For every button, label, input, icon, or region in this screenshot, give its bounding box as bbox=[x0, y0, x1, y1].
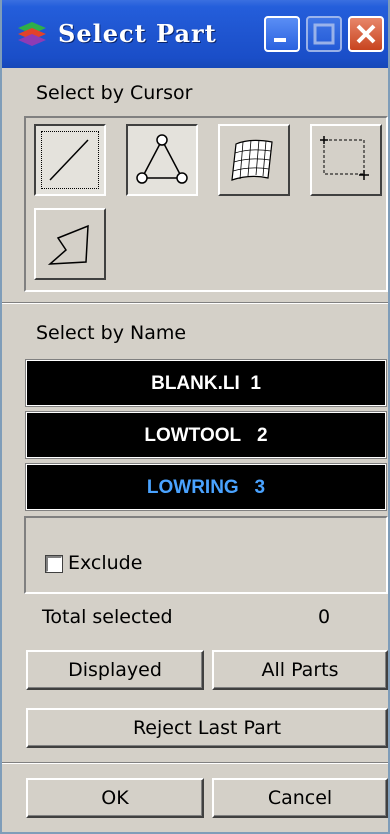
minimize-icon bbox=[274, 38, 286, 42]
exclude-label: Exclude bbox=[68, 552, 143, 574]
cancel-button[interactable]: Cancel bbox=[212, 778, 388, 818]
select-part-window: Select Part Select by Cursor Select by N… bbox=[0, 0, 390, 834]
cursor-tools-group bbox=[24, 116, 388, 292]
separator bbox=[2, 762, 388, 764]
close-button[interactable] bbox=[348, 16, 384, 52]
all-parts-button[interactable]: All Parts bbox=[212, 650, 388, 690]
part-id: 2 bbox=[257, 425, 268, 446]
part-name: LOWTOOL bbox=[144, 425, 242, 446]
polygon-select-tool[interactable] bbox=[34, 208, 106, 280]
surface-select-tool[interactable] bbox=[218, 124, 290, 196]
part-name: LOWRING bbox=[146, 477, 239, 498]
part-id: 3 bbox=[254, 477, 266, 498]
part-name-list[interactable]: BLANK.LI 1 LOWTOOL 2 LOWRING 3 bbox=[25, 359, 387, 516]
app-icon bbox=[18, 22, 46, 46]
part-name: BLANK.LI bbox=[151, 373, 240, 394]
maximize-icon bbox=[313, 23, 335, 45]
box-select-tool[interactable] bbox=[310, 124, 382, 196]
total-selected-label: Total selected bbox=[42, 606, 173, 628]
line-select-tool[interactable] bbox=[34, 124, 106, 196]
reject-last-part-button[interactable]: Reject Last Part bbox=[26, 708, 388, 748]
node-select-tool[interactable] bbox=[126, 124, 198, 196]
select-by-name-label: Select by Name bbox=[36, 322, 187, 344]
displayed-button[interactable]: Displayed bbox=[26, 650, 204, 690]
maximize-button[interactable] bbox=[306, 16, 342, 52]
exclude-checkbox[interactable] bbox=[45, 555, 63, 573]
box-select-icon bbox=[320, 136, 369, 180]
polygon-select-icon bbox=[47, 224, 89, 265]
total-selected-value: 0 bbox=[318, 606, 331, 628]
select-by-cursor-label: Select by Cursor bbox=[36, 82, 193, 104]
part-id: 1 bbox=[250, 373, 261, 394]
part-row-blank[interactable]: BLANK.LI 1 bbox=[25, 359, 387, 407]
mesh-surface-icon bbox=[231, 139, 273, 181]
minimize-button[interactable] bbox=[264, 16, 300, 52]
part-row-lowtool[interactable]: LOWTOOL 2 bbox=[25, 411, 387, 459]
separator bbox=[2, 302, 388, 304]
title-bar[interactable]: Select Part bbox=[2, 0, 388, 68]
triangle-nodes-icon bbox=[136, 134, 188, 184]
window-title: Select Part bbox=[58, 19, 217, 48]
close-icon bbox=[356, 24, 376, 44]
line-select-icon bbox=[49, 139, 89, 181]
ok-button[interactable]: OK bbox=[26, 778, 204, 818]
part-row-lowring[interactable]: LOWRING 3 bbox=[25, 463, 387, 511]
